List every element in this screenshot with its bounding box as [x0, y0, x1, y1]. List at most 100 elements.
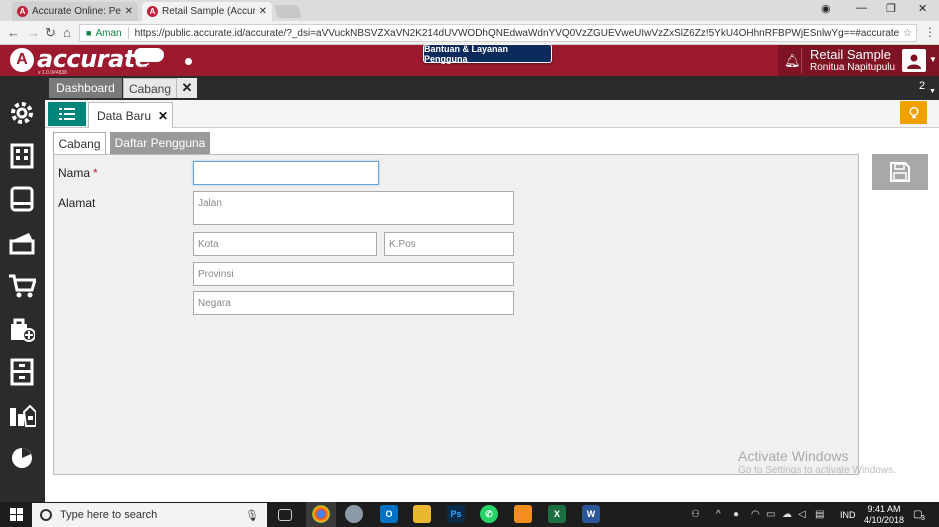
divider [127, 27, 129, 39]
screen: A Accurate Online: Pengatu ✕ A Retail Sa… [0, 0, 939, 527]
cloud-icon[interactable]: ☁ [782, 509, 792, 520]
browser-menu-icon[interactable]: ⋮ [924, 25, 936, 39]
company-name[interactable]: Retail Sample [810, 48, 891, 62]
floppy-disk-icon [890, 162, 910, 182]
browser-tab-retail-sample[interactable]: A Retail Sample (Accurate ✕ [142, 2, 272, 21]
chevron-down-icon[interactable]: ▼ [929, 55, 937, 64]
list-icon [59, 108, 75, 120]
language-indicator[interactable]: IND [840, 510, 856, 520]
purchase-bag-icon[interactable] [7, 314, 37, 344]
negara-input[interactable] [193, 291, 514, 315]
profile-icon[interactable]: ◉ [821, 2, 831, 15]
save-button[interactable] [872, 154, 928, 190]
microphone-icon[interactable]: 🎙︎ [245, 509, 259, 522]
secure-label: Aman [95, 27, 122, 39]
support-button[interactable]: Bantuan & Layanan Pengguna [423, 44, 552, 64]
chrome-icon[interactable] [312, 505, 330, 523]
user-icon [907, 54, 921, 69]
back-icon[interactable]: ← [7, 25, 20, 40]
cart-icon[interactable] [7, 271, 37, 301]
photoshop-icon[interactable]: Ps [447, 505, 465, 523]
browser-tab-title: Retail Sample (Accurate [162, 6, 255, 17]
app-icon[interactable] [514, 505, 532, 523]
divider [801, 48, 802, 73]
open-tab-count[interactable]: 2 [919, 80, 925, 92]
windows-start-icon[interactable] [10, 508, 23, 524]
brand-sub: online [136, 64, 160, 73]
lightbulb-icon [909, 106, 918, 118]
network-icon[interactable]: ● [733, 509, 739, 520]
outlook-icon[interactable]: O [380, 505, 398, 523]
kpos-input[interactable] [384, 232, 514, 256]
inventory-cabinet-icon[interactable] [7, 357, 37, 387]
clock-time: 9:41 AM [867, 504, 901, 514]
company-building-icon[interactable] [7, 141, 37, 171]
search-icon [40, 509, 52, 521]
close-icon[interactable]: ✕ [259, 6, 267, 17]
chevron-down-icon[interactable]: ▼ [929, 88, 936, 95]
close-icon[interactable]: ✕ [125, 6, 133, 17]
jalan-input[interactable] [193, 191, 514, 225]
clock-date: 4/10/2018 [864, 515, 905, 525]
tab-cabang[interactable]: Cabang [123, 78, 177, 98]
word-icon[interactable]: W [582, 505, 600, 523]
notification-count: 3 [921, 515, 925, 522]
provinsi-input[interactable] [193, 262, 514, 286]
nama-label: Nama * [58, 166, 98, 180]
tab-data-baru[interactable]: Data Baru ✕ [88, 102, 173, 128]
cash-bank-icon[interactable] [7, 228, 37, 258]
keyboard-icon[interactable]: ▤ [815, 509, 824, 520]
accurate-logo-icon: A [10, 48, 34, 72]
accurate-logo: A accurate online v 1.0.0#4838 [10, 45, 164, 76]
avatar[interactable] [902, 49, 926, 72]
close-tab-icon[interactable]: ✕ [177, 78, 197, 98]
assets-buildings-icon[interactable] [7, 400, 37, 430]
bookmark-star-icon[interactable]: ☆ [903, 28, 912, 39]
cloud-icon [134, 48, 164, 62]
accurate-favicon-icon: A [147, 6, 158, 17]
accurate-favicon-icon: A [17, 6, 28, 17]
people-icon[interactable]: ⚇ [691, 509, 700, 520]
activation-watermark-title: Activate Windows [738, 448, 849, 464]
url-input[interactable]: ■ Aman https://public.accurate.id/accura… [79, 24, 917, 42]
status-dot-icon [185, 58, 192, 65]
ledger-book-icon[interactable] [7, 184, 37, 214]
list-view-button[interactable] [48, 102, 86, 126]
module-tab-strip: Dashboard Cabang ✕ [45, 76, 939, 100]
document-tab-bar [45, 100, 939, 128]
new-tab-button[interactable] [273, 5, 303, 18]
taskbar-clock[interactable]: 9:41 AM 4/10/2018 [864, 504, 904, 526]
restore-icon[interactable]: ❐ [886, 2, 896, 15]
home-icon[interactable]: ⌂ [63, 25, 71, 40]
chevron-up-icon[interactable]: ^ [716, 509, 721, 520]
battery-icon[interactable]: ▭ [766, 509, 775, 520]
bell-icon[interactable]: 🔔︎ [784, 53, 801, 69]
minimize-icon[interactable]: — [856, 2, 867, 14]
tab-cabang-form[interactable]: Cabang [53, 132, 106, 155]
browser-tab-accurate-online[interactable]: A Accurate Online: Pengatu ✕ [12, 2, 138, 21]
url-text: https://public.accurate.id/accurate/?_ds… [134, 27, 900, 39]
settings-gear-icon[interactable] [7, 98, 37, 128]
tab-dashboard[interactable]: Dashboard [49, 78, 122, 98]
nama-label-text: Nama [58, 166, 91, 180]
close-icon[interactable]: ✕ [158, 109, 168, 123]
wifi-icon[interactable]: ◠ [751, 509, 760, 520]
reload-icon[interactable]: ↻ [45, 25, 56, 41]
report-pie-chart-icon[interactable] [7, 443, 37, 473]
browser-tab-bar [0, 0, 939, 21]
app-icon[interactable] [345, 505, 363, 523]
user-name[interactable]: Ronitua Napitupulu [810, 62, 895, 73]
task-view-icon[interactable] [278, 509, 292, 521]
file-explorer-icon[interactable] [413, 505, 431, 523]
whatsapp-icon[interactable]: ✆ [480, 505, 498, 523]
brand-name: accurate [37, 45, 151, 73]
nama-input[interactable] [193, 161, 379, 185]
excel-icon[interactable]: X [548, 505, 566, 523]
forward-icon[interactable]: → [27, 25, 40, 40]
taskbar-search-input[interactable]: Type here to search 🎙︎ [32, 503, 267, 527]
window-close-icon[interactable]: ✕ [918, 2, 927, 15]
volume-icon[interactable]: ◁ [798, 509, 806, 520]
kota-input[interactable] [193, 232, 377, 256]
tips-button[interactable] [900, 101, 927, 124]
tab-daftar-pengguna[interactable]: Daftar Pengguna [110, 132, 210, 154]
